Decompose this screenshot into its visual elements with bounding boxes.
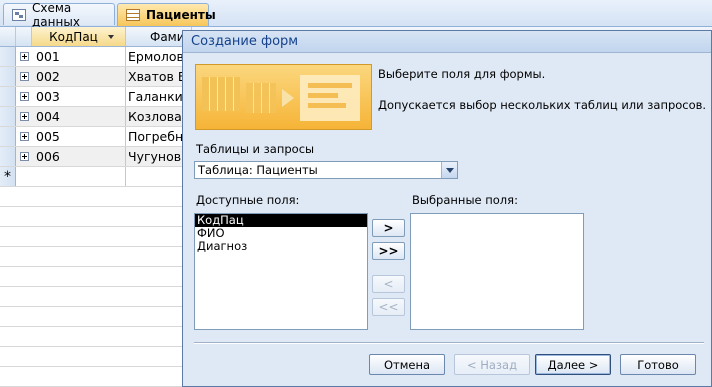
new-record-row[interactable]: *	[0, 167, 200, 187]
cell-fio[interactable]	[126, 167, 186, 186]
table-row[interactable]: 006 Чугунов	[0, 147, 200, 167]
move-one-button[interactable]: >	[372, 219, 405, 237]
table-row[interactable]: 004 Козлова	[0, 107, 200, 127]
tab-label: Схема данных	[32, 0, 80, 29]
expand-column-header	[16, 27, 32, 46]
datasheet-rows: 001 Ермолов 002 Хватов В 003 Галанкин 004 Козло…	[0, 47, 200, 187]
cell-fio[interactable]: Ермолов	[126, 47, 186, 66]
row-selector[interactable]	[0, 47, 16, 66]
expand-cell[interactable]	[16, 87, 32, 106]
row-selector[interactable]	[0, 87, 16, 106]
expand-plus-icon[interactable]	[19, 152, 29, 161]
expand-plus-icon[interactable]	[19, 72, 29, 81]
selected-fields-list[interactable]	[410, 213, 584, 330]
table-row[interactable]: 005 Погребн	[0, 127, 200, 147]
cell-kodpac[interactable]: 001	[32, 47, 126, 66]
expand-cell	[16, 167, 32, 186]
remove-all-button[interactable]: <<	[372, 298, 405, 316]
back-button[interactable]: < Назад	[454, 354, 530, 375]
cell-kodpac[interactable]: 005	[32, 127, 126, 146]
cell-kodpac[interactable]	[32, 167, 126, 186]
table-icon	[126, 9, 140, 21]
column-header-label: Фами	[150, 29, 185, 44]
cell-fio[interactable]: Чугунов	[126, 147, 186, 166]
available-fields-list[interactable]: КодПац ФИО Диагноз	[194, 213, 368, 330]
cell-fio[interactable]: Хватов В	[126, 67, 186, 86]
table-row[interactable]: 002 Хватов В	[0, 67, 200, 87]
cell-kodpac[interactable]: 006	[32, 147, 126, 166]
select-all-corner[interactable]	[0, 27, 16, 46]
expand-cell[interactable]	[16, 47, 32, 66]
cell-fio[interactable]: Погребн	[126, 127, 186, 146]
form-wizard-dialog: Создание форм Выберите поля для формы. Д…	[182, 30, 712, 387]
expand-cell[interactable]	[16, 67, 32, 86]
available-field-item[interactable]: Диагноз	[195, 240, 367, 253]
available-fields-label: Доступные поля:	[196, 193, 300, 207]
new-record-marker: *	[0, 167, 16, 186]
tab-patients[interactable]: Пациенты	[117, 3, 216, 26]
document-tab-bar: Схема данных Пациенты	[0, 0, 712, 29]
tables-label: Таблицы и запросы	[196, 142, 315, 156]
cell-fio[interactable]: Галанкин	[126, 87, 186, 106]
chevron-down-icon[interactable]	[441, 162, 457, 178]
table-row[interactable]: 003 Галанкин	[0, 87, 200, 107]
wizard-prompt: Выберите поля для формы.	[378, 67, 546, 81]
expand-cell[interactable]	[16, 147, 32, 166]
expand-plus-icon[interactable]	[19, 132, 29, 141]
expand-cell[interactable]	[16, 127, 32, 146]
dialog-title: Создание форм	[183, 31, 711, 53]
tables-combobox-value: Таблица: Пациенты	[198, 163, 318, 177]
tab-label: Пациенты	[146, 8, 216, 22]
sort-dropdown-icon[interactable]	[107, 34, 114, 39]
row-selector[interactable]	[0, 67, 16, 86]
expand-plus-icon[interactable]	[19, 112, 29, 121]
wizard-hint: Допускается выбор нескольких таблиц или …	[378, 98, 707, 112]
column-header-kodpac[interactable]: КодПац	[32, 27, 126, 46]
wizard-illustration	[195, 64, 372, 130]
dialog-separator	[194, 342, 704, 344]
cell-fio[interactable]: Козлова	[126, 107, 186, 126]
column-header-label: КодПац	[49, 29, 98, 44]
expand-plus-icon[interactable]	[19, 92, 29, 101]
finish-button[interactable]: Готово	[620, 354, 696, 375]
expand-plus-icon[interactable]	[19, 52, 29, 61]
next-button[interactable]: Далее >	[535, 354, 611, 375]
row-selector[interactable]	[0, 147, 16, 166]
expand-cell[interactable]	[16, 107, 32, 126]
cancel-button[interactable]: Отмена	[369, 354, 445, 375]
relationships-icon	[12, 8, 26, 21]
selected-fields-label: Выбранные поля:	[412, 193, 518, 207]
move-all-button[interactable]: >>	[372, 242, 405, 260]
tables-combobox[interactable]: Таблица: Пациенты	[194, 161, 458, 179]
cell-kodpac[interactable]: 004	[32, 107, 126, 126]
remove-one-button[interactable]: <	[372, 275, 405, 293]
cell-kodpac[interactable]: 003	[32, 87, 126, 106]
table-row[interactable]: 001 Ермолов	[0, 47, 200, 67]
row-selector[interactable]	[0, 127, 16, 146]
cell-kodpac[interactable]: 002	[32, 67, 126, 86]
tab-relationships[interactable]: Схема данных	[3, 1, 115, 29]
row-selector[interactable]	[0, 107, 16, 126]
